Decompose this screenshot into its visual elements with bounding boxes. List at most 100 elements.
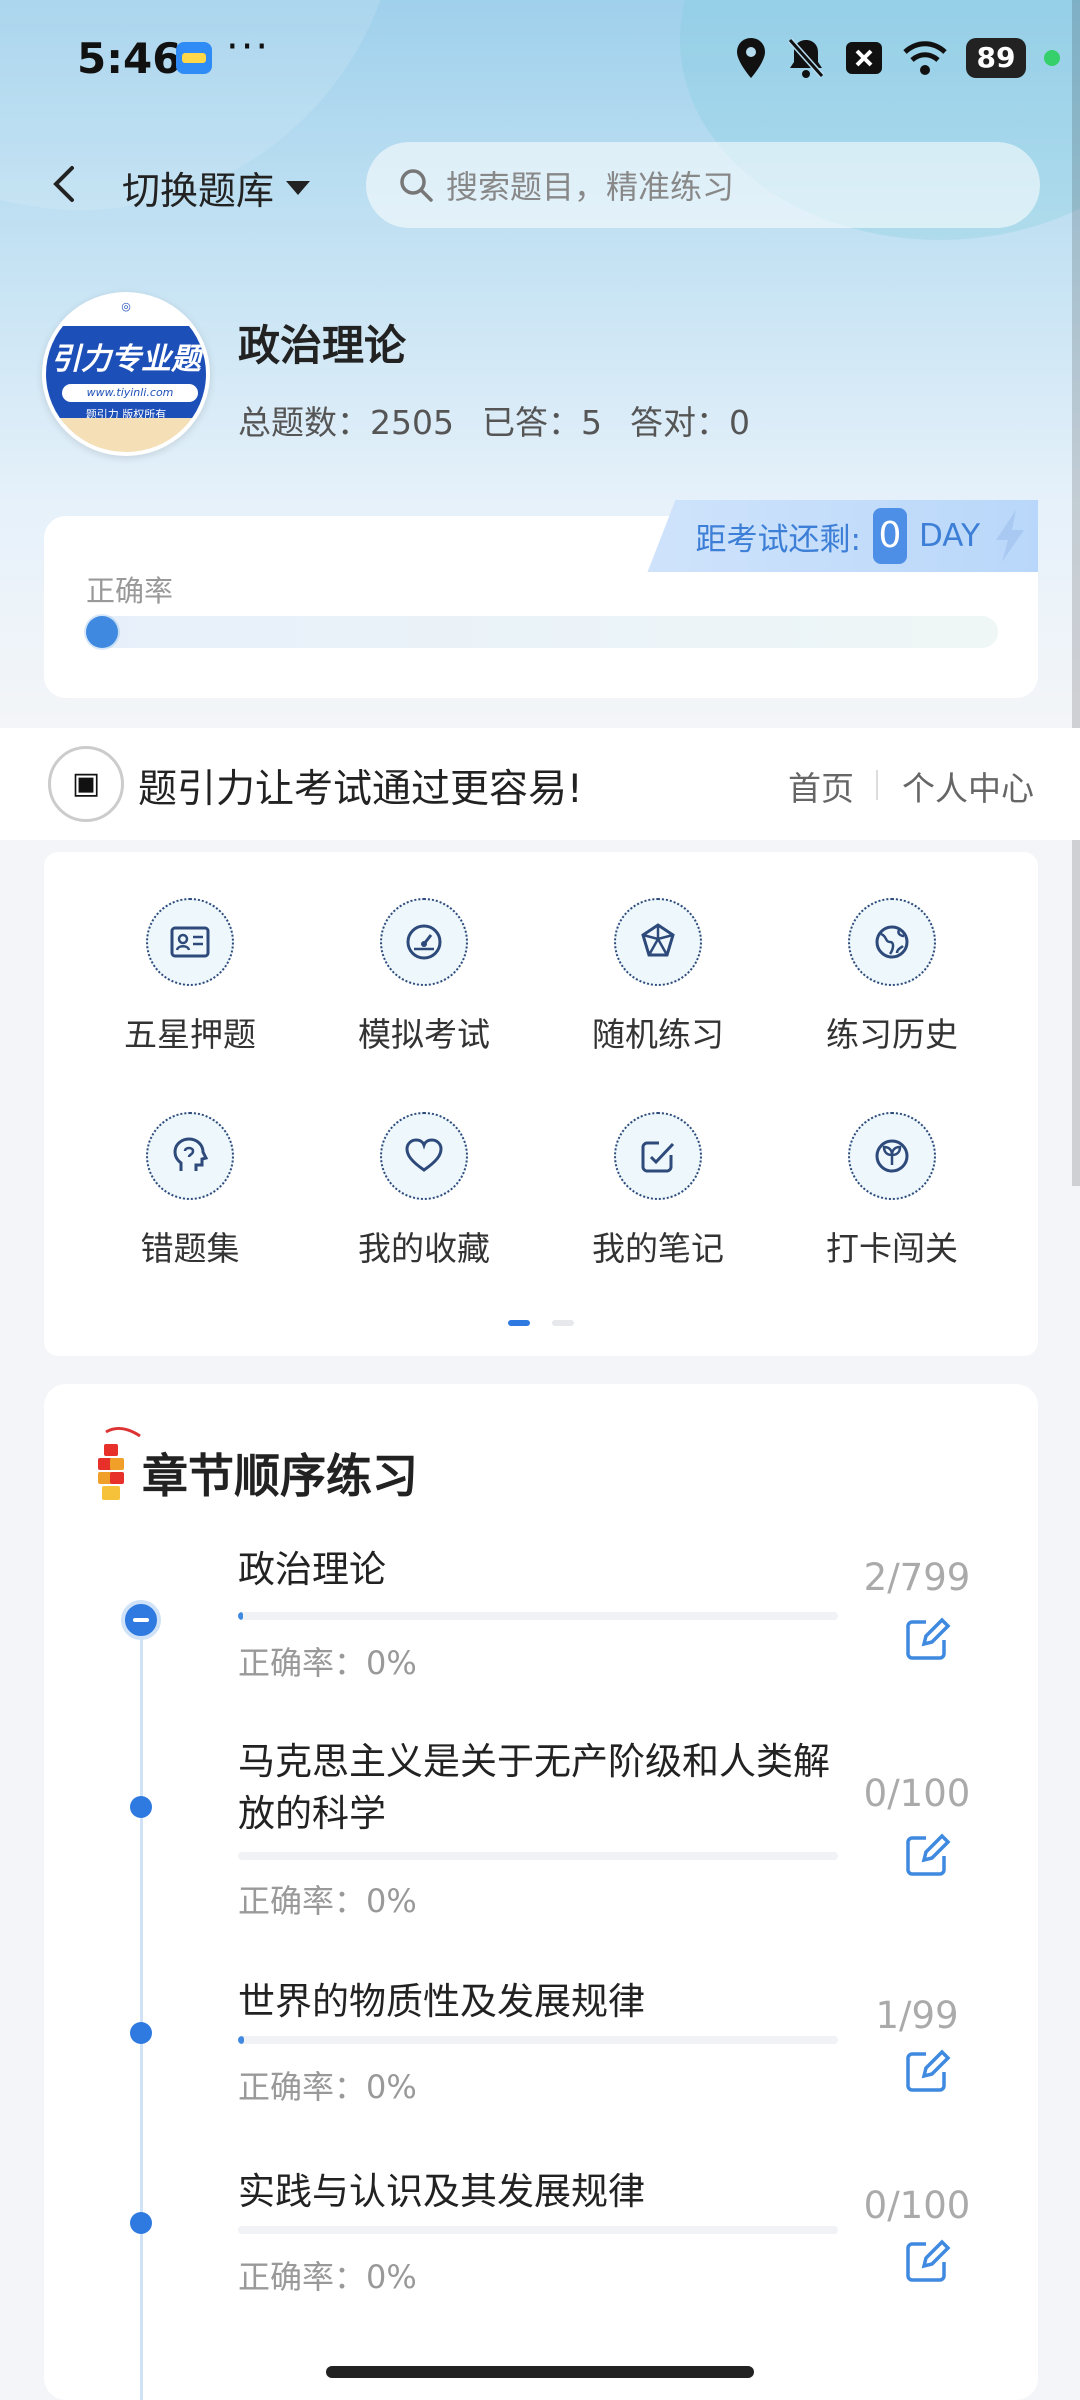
more-notifications-icon: ··· — [226, 24, 271, 70]
accuracy-card: 距考试还剩: 0 DAY 正确率 — [44, 500, 1038, 698]
timeline-dot — [130, 1796, 152, 1818]
chapter-count: 2/799 — [863, 1556, 971, 1599]
feature-label: 错题集 — [140, 1229, 240, 1268]
brand-logo: ▣ — [48, 746, 124, 822]
lightning-icon — [996, 510, 1024, 562]
answered-count: 已答：5 — [481, 403, 602, 442]
timeline-dot — [130, 2212, 152, 2234]
feature-label: 模拟考试 — [358, 1015, 490, 1054]
status-bar: 5:46 ··· 89 — [0, 0, 1080, 118]
home-link[interactable]: 首页 — [788, 762, 854, 810]
feature-label: 打卡闯关 — [826, 1229, 958, 1268]
mute-icon — [787, 38, 825, 78]
chapter-title: 政治理论 — [238, 1548, 386, 1591]
location-icon — [737, 38, 765, 78]
chapter-progress-bar — [238, 1612, 838, 1620]
chapter-accuracy: 正确率：0% — [238, 2258, 417, 2296]
feature-five-star[interactable]: 五星押题 — [90, 898, 290, 1078]
wifi-icon — [903, 41, 947, 75]
chapter-count: 0/100 — [863, 2184, 971, 2227]
section-title: 章节顺序练习 — [142, 1449, 418, 1503]
correct-count: 答对：0 — [629, 403, 750, 442]
note-icon — [641, 1141, 675, 1173]
sprout-icon — [875, 1139, 909, 1173]
search-icon — [400, 169, 433, 202]
caret-down-icon — [286, 180, 311, 195]
gauge-icon — [406, 924, 442, 960]
chapter-accuracy: 正确率：0% — [238, 2068, 417, 2106]
chapter-accuracy: 正确率：0% — [238, 1882, 417, 1920]
top-nav: 切换题库 搜索题目，精准练习 — [0, 142, 1080, 228]
chapter-timeline — [140, 1604, 143, 2400]
chapter-title: 实践与认识及其发展规律 — [238, 2170, 645, 2213]
back-arrow-icon[interactable] — [44, 162, 88, 206]
chapter-progress-fill — [238, 2036, 244, 2044]
chapter-progress-bar — [238, 2036, 838, 2044]
head-icon — [173, 1137, 209, 1171]
search-placeholder: 搜索题目，精准练习 — [446, 168, 735, 206]
edit-icon[interactable] — [904, 2046, 952, 2094]
page-indicator[interactable] — [552, 1320, 574, 1326]
globe-icon — [875, 925, 909, 959]
id-card-icon — [170, 926, 210, 958]
feature-random-practice[interactable]: 随机练习 — [558, 898, 758, 1078]
firecracker-icon — [98, 1427, 141, 1500]
promo-banner: ▣ 题引力让考试通过更容易! 首页 个人中心 — [0, 728, 1080, 840]
exam-countdown-badge: 距考试还剩: 0 DAY — [647, 500, 1038, 572]
chapter-progress-bar — [238, 1852, 838, 1860]
chapter-count: 1/99 — [875, 1994, 959, 2037]
cube-icon — [641, 923, 675, 957]
feature-label: 练习历史 — [826, 1015, 958, 1054]
feature-favorites[interactable]: 我的收藏 — [324, 1112, 524, 1292]
chapter-practice-section: 章节顺序练习 政治理论 正确率：0% 2/799 马克思主义是关于无产阶级和人类… — [44, 1384, 1038, 2400]
feature-check-in[interactable]: 打卡闯关 — [792, 1112, 992, 1292]
chapter-accuracy: 正确率：0% — [238, 1644, 417, 1682]
collapse-icon[interactable] — [121, 1600, 161, 1640]
privacy-indicator-dot — [1044, 50, 1060, 66]
search-input[interactable]: 搜索题目，精准练习 — [366, 142, 1040, 228]
home-indicator[interactable] — [326, 2366, 754, 2378]
accuracy-label: 正确率 — [86, 574, 174, 608]
accuracy-progress-knob — [86, 616, 118, 648]
feature-history[interactable]: 练习历史 — [792, 898, 992, 1078]
logo-title: 引力专业题 — [51, 342, 201, 377]
total-count: 总题数：2505 — [238, 403, 454, 442]
countdown-days: 0 — [872, 508, 907, 564]
switch-label: 切换题库 — [122, 169, 275, 213]
countdown-unit: DAY — [918, 518, 980, 554]
feature-wrong-set[interactable]: 错题集 — [90, 1112, 290, 1292]
feature-notes[interactable]: 我的笔记 — [558, 1112, 758, 1292]
divider — [876, 770, 878, 800]
feature-label: 我的收藏 — [358, 1229, 490, 1268]
status-time: 5:46 — [77, 34, 182, 83]
chapter-progress-bar — [238, 2226, 838, 2234]
brand-slogan: 题引力让考试通过更容易! — [138, 767, 583, 812]
edit-icon[interactable] — [904, 1614, 952, 1662]
chapter-title: 世界的物质性及发展规律 — [238, 1980, 645, 2023]
subject-title: 政治理论 — [238, 321, 407, 370]
page-indicator-active — [508, 1320, 530, 1326]
chapter-title: 马克思主义是关于无产阶级和人类解放的科学 — [238, 1740, 830, 1835]
feature-label: 我的笔记 — [592, 1229, 724, 1268]
feature-grid: 五星押题 模拟考试 随机练习 练习历史 错题集 我的收藏 我的笔记 打卡闯关 — [44, 852, 1038, 1356]
feature-mock-exam[interactable]: 模拟考试 — [324, 898, 524, 1078]
heart-icon — [405, 1138, 443, 1172]
logo-url: www.tiyinli.com — [62, 384, 198, 402]
accuracy-progress-bar — [86, 616, 998, 648]
edit-icon[interactable] — [904, 2236, 952, 2284]
switch-question-bank-button[interactable]: 切换题库 — [122, 160, 312, 215]
edit-icon[interactable] — [904, 1830, 952, 1878]
timeline-dot — [130, 2022, 152, 2044]
feature-label: 五星押题 — [124, 1015, 256, 1054]
battery-icon: 89 — [966, 38, 1026, 78]
countdown-label: 距考试还剩: — [695, 521, 861, 558]
feature-label: 随机练习 — [592, 1015, 724, 1054]
chapter-count: 0/100 — [863, 1772, 971, 1815]
question-bank-logo: ◎ 引力专业题 www.tiyinli.com 题引力 版权所有 — [42, 292, 210, 456]
subject-stats: 总题数：2505 已答：5 答对：0 — [238, 396, 750, 444]
close-box-icon — [846, 42, 882, 74]
wallet-icon — [176, 42, 212, 74]
user-center-link[interactable]: 个人中心 — [902, 762, 1034, 810]
logo-top-mark: ◎ — [121, 300, 131, 313]
chapter-progress-fill — [238, 1612, 243, 1620]
